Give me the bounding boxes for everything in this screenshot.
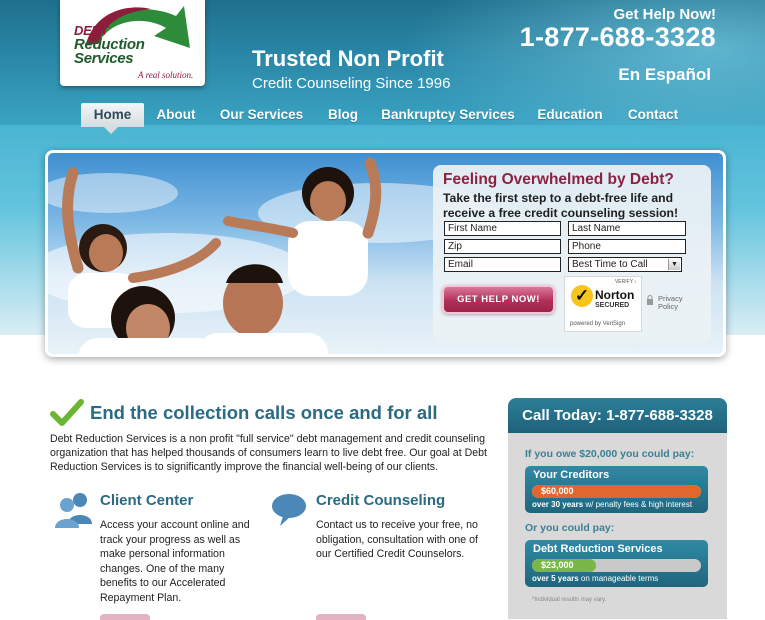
intro-paragraph: Debt Reduction Services is a non profit … xyxy=(50,433,487,473)
active-nav-caret xyxy=(104,127,118,134)
sidebar-call-heading[interactable]: Call Today: 1-877-688-3328 xyxy=(508,398,727,433)
logo-tagline: A real solution. xyxy=(138,70,194,80)
drs-note-bold: over 5 years xyxy=(532,574,579,583)
norton-verify-label: VERIFY › xyxy=(614,279,636,285)
norton-brand: Norton xyxy=(595,288,635,302)
creditors-amount: $60,000 xyxy=(541,486,574,496)
first-name-input[interactable]: First Name xyxy=(444,221,561,236)
sidebar-question-1: If you owe $20,000 you could pay: xyxy=(525,448,695,460)
speech-bubble-icon xyxy=(272,494,306,526)
form-subtitle: Take the first step to a debt-free life … xyxy=(443,191,679,220)
credit-counseling-button-stub[interactable] xyxy=(316,614,366,620)
email-input[interactable]: Email xyxy=(444,257,561,272)
norton-secured-label: SECURED xyxy=(595,302,630,309)
header-phone-link[interactable]: 1-877-688-3328 xyxy=(520,22,716,53)
drs-note-rest: on manageable terms xyxy=(578,574,659,583)
creditors-tile: Your Creditors $60,000 over 30 years w/ … xyxy=(525,466,708,513)
sidebar-question-2: Or you could pay: xyxy=(525,522,615,534)
logo-wordmark: DEBT Reduction Services xyxy=(74,24,145,67)
nav-item-education[interactable]: Education xyxy=(532,103,608,127)
tagline-main: Trusted Non Profit xyxy=(252,46,444,71)
savings-sidebar: Call Today: 1-877-688-3328 If you owe $2… xyxy=(508,398,727,619)
green-checkmark-icon xyxy=(50,399,84,426)
nav-item-contact[interactable]: Contact xyxy=(622,103,684,127)
privacy-line2: Policy xyxy=(658,302,679,311)
zip-input[interactable]: Zip xyxy=(444,239,561,254)
tagline-sub: Credit Counseling Since 1996 xyxy=(252,75,451,92)
privacy-policy-link[interactable]: Privacy Policy xyxy=(658,295,683,311)
logo-line-services: Services xyxy=(74,50,134,67)
nav-item-blog[interactable]: Blog xyxy=(322,103,364,127)
credit-counseling-title[interactable]: Credit Counseling xyxy=(316,492,445,509)
client-center-title[interactable]: Client Center xyxy=(100,492,193,509)
drs-title: Debt Reduction Services xyxy=(533,543,663,555)
creditors-note-bold: over 30 years xyxy=(532,500,584,509)
last-name-input[interactable]: Last Name xyxy=(568,221,686,236)
nav-item-bankruptcy-services[interactable]: Bankruptcy Services xyxy=(378,103,518,127)
users-icon xyxy=(55,493,92,528)
main-nav: Home About Our Services Blog Bankruptcy … xyxy=(0,103,765,127)
creditors-title: Your Creditors xyxy=(533,469,610,481)
norton-secured-badge[interactable]: VERIFY › ✓ Norton SECURED powered by Ver… xyxy=(564,276,642,332)
creditors-bar-track: $60,000 xyxy=(532,485,701,498)
client-center-button-stub[interactable] xyxy=(100,614,150,620)
client-center-text: Access your account online and track you… xyxy=(100,519,250,604)
norton-powered-by: powered by VeriSign xyxy=(570,321,626,327)
form-title: Feeling Overwhelmed by Debt? xyxy=(443,171,674,188)
lock-icon xyxy=(647,295,653,305)
checkmark-icon: ✓ xyxy=(571,285,593,307)
credit-counseling-text: Contact us to receive your free, no obli… xyxy=(316,519,478,560)
best-time-select-value: Best Time to Call xyxy=(572,259,648,270)
drs-tile: Debt Reduction Services $23,000 over 5 y… xyxy=(525,540,708,587)
nav-item-home[interactable]: Home xyxy=(81,103,144,127)
nav-item-about[interactable]: About xyxy=(151,103,201,127)
get-help-label: Get Help Now! xyxy=(613,6,716,23)
get-help-now-button[interactable]: GET HELP NOW! xyxy=(442,285,555,314)
drs-bar-track: $23,000 xyxy=(532,559,701,572)
phone-input[interactable]: Phone xyxy=(568,239,686,254)
creditors-note-rest: w/ penalty fees & high interest xyxy=(583,500,693,509)
creditors-note: over 30 years w/ penalty fees & high int… xyxy=(532,500,692,509)
site-logo[interactable]: DEBT Reduction Services A real solution. xyxy=(60,0,205,86)
lead-form-panel: Feeling Overwhelmed by Debt? Take the fi… xyxy=(433,165,711,343)
nav-item-our-services[interactable]: Our Services xyxy=(215,103,308,127)
sidebar-fine-print: *Individual results may vary. xyxy=(532,597,607,603)
drs-amount: $23,000 xyxy=(541,560,574,570)
drs-note: over 5 years on manageable terms xyxy=(532,574,658,583)
best-time-select[interactable]: Best Time to Call ▼ xyxy=(568,257,682,272)
main-heading: End the collection calls once and for al… xyxy=(90,402,438,423)
spanish-link[interactable]: En Español xyxy=(618,65,711,85)
chevron-down-icon: ▼ xyxy=(668,259,680,270)
